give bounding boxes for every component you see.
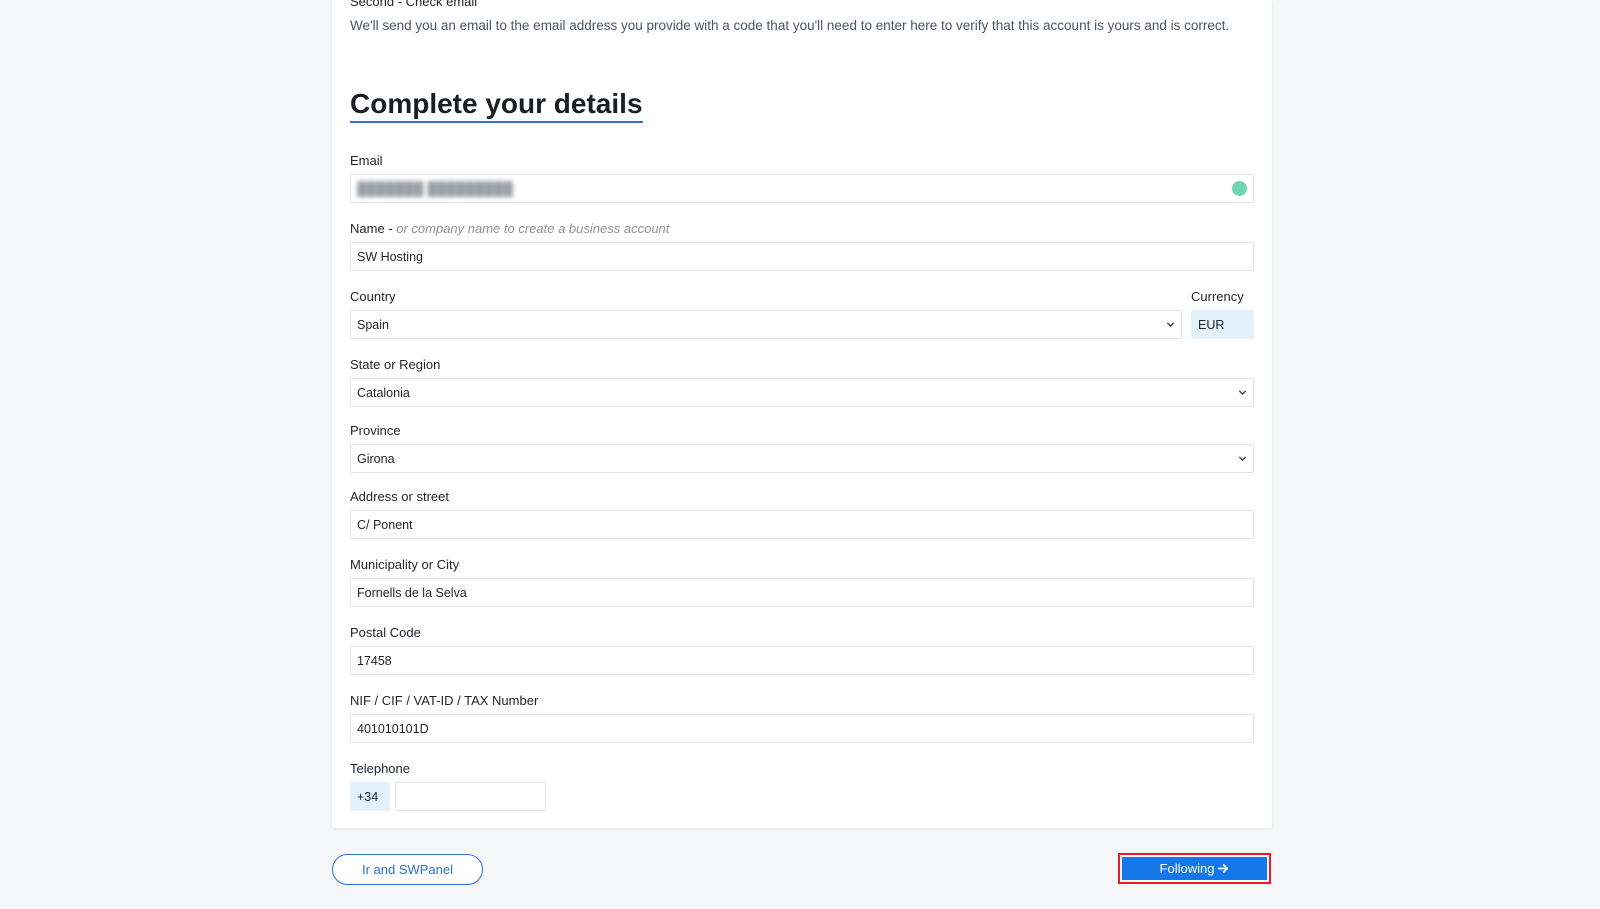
state-label: State or Region [350, 357, 441, 372]
check-status-icon [1232, 181, 1247, 196]
email-field[interactable]: ███████ █████████ [350, 174, 1254, 203]
phone-prefix: +34 [350, 782, 390, 811]
tax-number-input[interactable] [350, 714, 1254, 743]
address-input[interactable] [350, 510, 1254, 539]
province-label: Province [350, 423, 401, 438]
city-label: Municipality or City [350, 557, 460, 572]
email-label: Email [350, 153, 383, 168]
city-input[interactable] [350, 578, 1254, 607]
phone-prefix-value: +34 [357, 789, 379, 804]
chevron-down-icon [1238, 390, 1247, 396]
postal-code-input[interactable] [350, 646, 1254, 675]
name-label-text: Name - [350, 221, 397, 236]
name-hint: or company name to create a business acc… [396, 221, 670, 236]
country-value: Spain [357, 317, 389, 332]
state-select[interactable]: Catalonia [350, 378, 1254, 407]
state-value: Catalonia [357, 385, 410, 400]
next-button-label: Following [1159, 861, 1215, 876]
currency-field: EUR [1191, 310, 1254, 339]
name-label: Name - or company name to create a busin… [350, 221, 669, 236]
page-title: Complete your details [350, 88, 643, 123]
telephone-label: Telephone [350, 761, 410, 776]
next-button-highlight: Following [1118, 853, 1271, 884]
back-to-swpanel-button[interactable]: Ir and SWPanel [332, 854, 483, 885]
arrow-right-icon [1218, 864, 1229, 873]
verify-section-description: We'll send you an email to the email add… [350, 18, 1230, 33]
province-select[interactable]: Girona [350, 444, 1254, 473]
chevron-down-icon [1166, 322, 1175, 328]
verify-section-title: Second - Check email [350, 0, 478, 9]
tax-number-label: NIF / CIF / VAT-ID / TAX Number [350, 693, 539, 708]
currency-label: Currency [1191, 289, 1244, 304]
email-value-redacted: ███████ █████████ [357, 181, 514, 196]
postal-code-label: Postal Code [350, 625, 421, 640]
country-select[interactable]: Spain [350, 310, 1182, 339]
name-input[interactable] [350, 242, 1254, 271]
telephone-input[interactable] [395, 782, 546, 811]
address-label: Address or street [350, 489, 449, 504]
next-button[interactable]: Following [1122, 857, 1267, 880]
chevron-down-icon [1238, 456, 1247, 462]
country-label: Country [350, 289, 396, 304]
province-value: Girona [357, 451, 395, 466]
currency-value: EUR [1198, 317, 1225, 332]
